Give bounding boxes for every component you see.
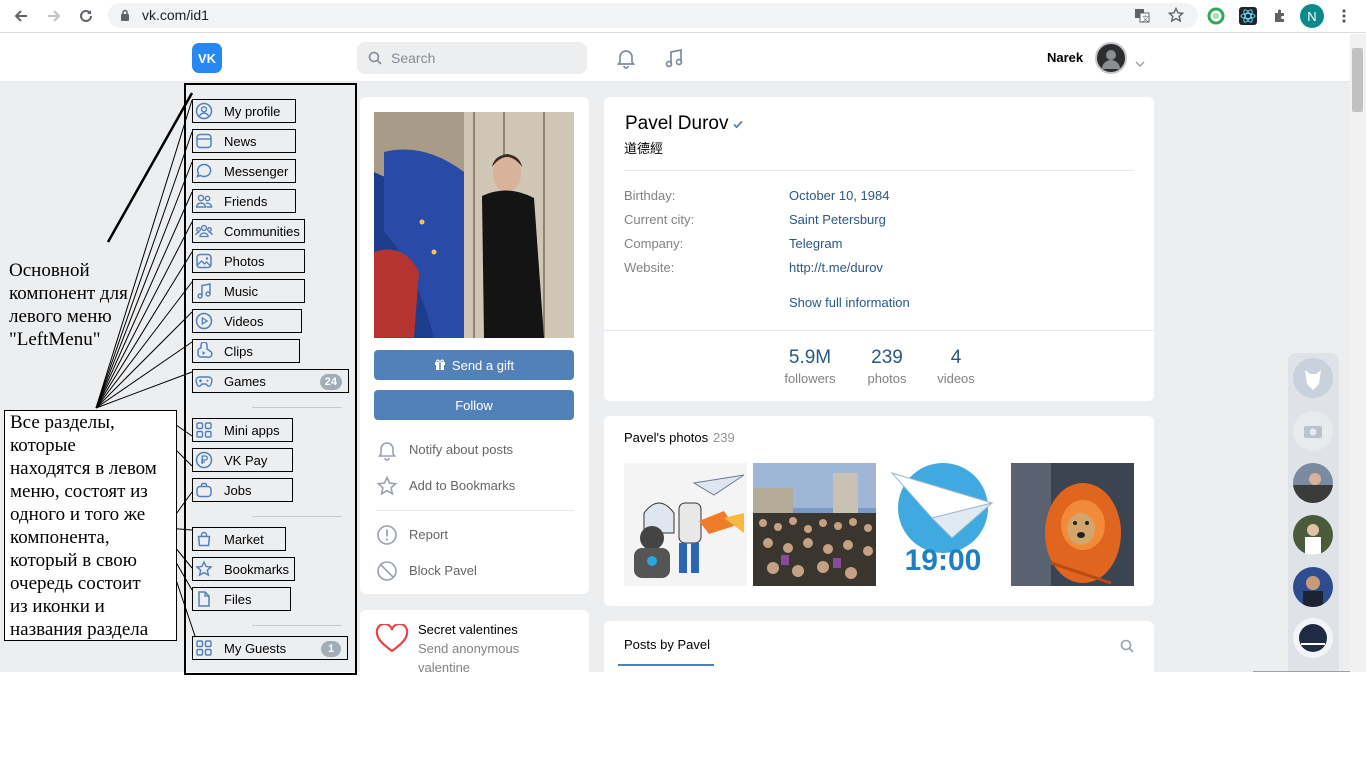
- info-value-birthday[interactable]: October 10, 1984: [789, 188, 889, 203]
- photo-thumb[interactable]: 19:00: [882, 463, 1005, 586]
- rail-friend-avatar[interactable]: [1293, 463, 1333, 503]
- profile-status: 道德經: [624, 142, 664, 157]
- photo-thumb-text: 19:00: [905, 544, 982, 577]
- info-key-website: Website:: [624, 260, 675, 275]
- gift-icon: [434, 358, 446, 373]
- valentine-subtitle: Send anonymous: [418, 641, 520, 656]
- photos-title[interactable]: Pavel's photos: [624, 430, 708, 445]
- divider: [604, 330, 1154, 331]
- rail-friend-avatar[interactable]: [1293, 515, 1333, 555]
- scrollbar[interactable]: [1350, 34, 1366, 672]
- stat-followers-label[interactable]: followers: [775, 371, 845, 386]
- block-icon: [376, 560, 398, 582]
- page-title: Pavel Durov: [625, 113, 729, 134]
- search-icon[interactable]: [1120, 639, 1134, 656]
- photo-thumb[interactable]: [624, 463, 747, 586]
- heart-icon: [375, 622, 409, 657]
- annotation-sections: Все разделы, которые находятся в левом м…: [4, 410, 177, 641]
- rail-dog-avatar[interactable]: [1293, 358, 1333, 398]
- stat-videos-label[interactable]: videos: [921, 371, 991, 386]
- tab-underline: [618, 664, 714, 666]
- divider: [624, 170, 1134, 171]
- verified-icon: [732, 118, 744, 133]
- exclamation-circle-icon: [376, 524, 398, 546]
- bell-icon: [376, 439, 398, 461]
- stat-followers-count[interactable]: 5.9M: [780, 347, 840, 369]
- valentine-subtitle-2: valentine: [418, 660, 471, 675]
- stat-photos-label[interactable]: photos: [852, 371, 922, 386]
- info-key-birthday: Birthday:: [624, 188, 676, 203]
- annotation-main-component: Основной компонент для левого меню "Left…: [9, 260, 128, 350]
- scrollbar-thumb[interactable]: [1352, 48, 1363, 112]
- profile-photo[interactable]: [374, 112, 574, 338]
- show-full-info-link[interactable]: Show full information: [789, 295, 910, 310]
- stat-videos-count[interactable]: 4: [926, 347, 986, 369]
- tab-posts-by-pavel[interactable]: Posts by Pavel: [624, 637, 710, 652]
- follow-button[interactable]: Follow: [374, 390, 574, 420]
- photos-count: 239: [713, 430, 735, 445]
- divider: [376, 510, 574, 511]
- info-value-website[interactable]: http://t.me/durov: [789, 260, 883, 275]
- rail-friend-avatar[interactable]: [1293, 618, 1333, 658]
- stat-photos-count[interactable]: 239: [857, 347, 917, 369]
- info-key-company: Company:: [624, 236, 684, 251]
- star-icon: [376, 475, 398, 497]
- info-value-city[interactable]: Saint Petersburg: [789, 212, 886, 227]
- rail-friend-avatar[interactable]: [1293, 567, 1333, 607]
- camera-icon[interactable]: [1293, 411, 1333, 451]
- photo-thumb[interactable]: [753, 463, 876, 586]
- info-key-city: Current city:: [624, 212, 695, 227]
- info-value-company[interactable]: Telegram: [789, 236, 842, 251]
- valentine-title: Secret valentines: [418, 622, 518, 637]
- photo-thumb[interactable]: [1011, 463, 1134, 586]
- send-gift-button[interactable]: Send a gift: [374, 350, 574, 380]
